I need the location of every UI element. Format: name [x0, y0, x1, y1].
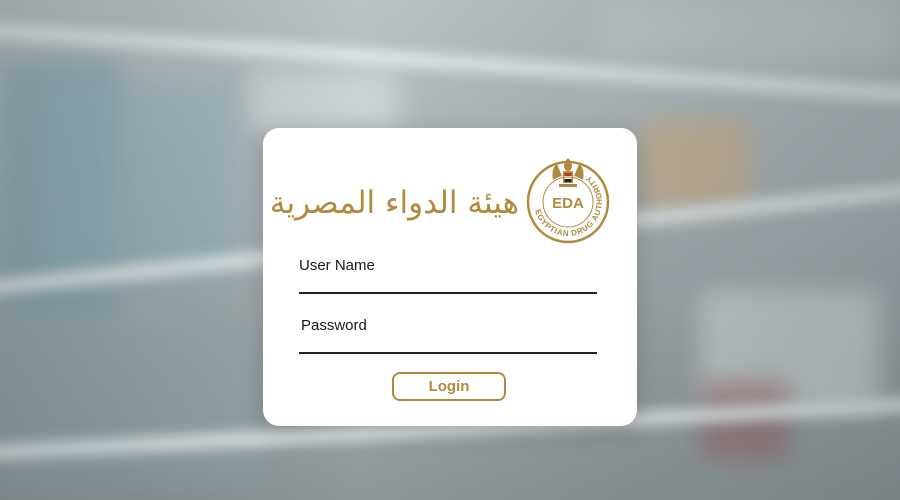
eda-seal-icon: EGYPTIAN DRUG AUTHORITY EDA	[526, 158, 610, 244]
password-field: Password	[299, 316, 597, 354]
password-label: Password	[301, 317, 367, 334]
eda-logo: هيئة الدواء المصرية EGYPTIAN DRUG AUTHOR…	[269, 144, 611, 248]
username-label: User Name	[299, 257, 375, 274]
login-card: هيئة الدواء المصرية EGYPTIAN DRUG AUTHOR…	[263, 128, 637, 426]
username-field: User Name	[299, 256, 597, 294]
seal-monogram: EDA	[552, 195, 584, 212]
password-input[interactable]	[299, 336, 597, 354]
username-input[interactable]	[299, 276, 597, 294]
arabic-authority-name: هيئة الدواء المصرية	[269, 185, 519, 221]
login-button[interactable]: Login	[392, 372, 506, 401]
